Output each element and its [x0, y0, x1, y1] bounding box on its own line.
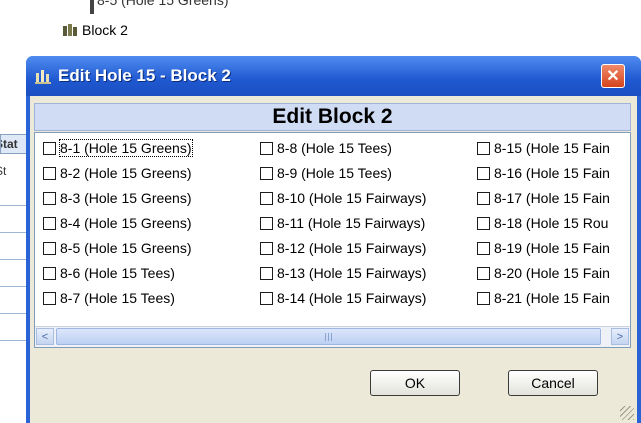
checkbox-label: 8-15 (Hole 15 Fain — [494, 140, 610, 156]
checkbox[interactable] — [43, 141, 56, 155]
checkbox-label: 8-18 (Hole 15 Rou — [494, 215, 609, 231]
checkbox[interactable] — [477, 166, 490, 180]
checkbox-item[interactable]: 8-7 (Hole 15 Tees) — [43, 288, 175, 308]
cancel-button[interactable]: Cancel — [508, 370, 598, 396]
checkbox[interactable] — [477, 191, 490, 205]
tree-item-partial[interactable]: 8-5 (Hole 15 Greens) — [97, 0, 229, 8]
checkbox-item[interactable]: 8-18 (Hole 15 Rou — [477, 213, 608, 233]
checkbox-item[interactable]: 8-5 (Hole 15 Greens) — [43, 238, 192, 258]
resize-grip-icon[interactable] — [620, 406, 634, 420]
checkbox-item[interactable]: 8-6 (Hole 15 Tees) — [43, 263, 175, 283]
checkbox-item[interactable]: 8-1 (Hole 15 Greens) — [43, 138, 193, 158]
checkbox-label: 8-3 (Hole 15 Greens) — [60, 190, 192, 206]
checkbox-label: 8-1 (Hole 15 Greens) — [59, 139, 193, 157]
checkbox[interactable] — [477, 216, 490, 230]
scroll-left-button[interactable]: < — [36, 328, 54, 345]
ok-button[interactable]: OK — [370, 370, 460, 396]
checkbox-item[interactable]: 8-8 (Hole 15 Tees) — [260, 138, 392, 158]
chevron-left-icon: < — [41, 330, 49, 343]
checkbox[interactable] — [43, 266, 56, 280]
checkbox-item[interactable]: 8-12 (Hole 15 Fairways) — [260, 238, 426, 258]
checkbox-label: 8-11 (Hole 15 Fairways) — [277, 215, 426, 231]
checkbox-label: 8-17 (Hole 15 Fain — [494, 190, 610, 206]
checkbox-item[interactable]: 8-16 (Hole 15 Fain — [477, 163, 610, 183]
checkbox-item[interactable]: 8-19 (Hole 15 Fain — [477, 238, 610, 258]
checkbox[interactable] — [43, 241, 56, 255]
checkbox-item[interactable]: 8-13 (Hole 15 Fairways) — [260, 263, 426, 283]
checkbox-label: 8-6 (Hole 15 Tees) — [60, 265, 175, 281]
checkbox-item[interactable]: 8-10 (Hole 15 Fairways) — [260, 188, 426, 208]
checkbox-label: 8-13 (Hole 15 Fairways) — [277, 265, 427, 281]
checkbox[interactable] — [43, 291, 56, 305]
tree-item-block-2[interactable]: Block 2 — [62, 22, 128, 38]
checkbox-item[interactable]: 8-21 (Hole 15 Fain — [477, 288, 610, 308]
checkbox-label: 8-21 (Hole 15 Fain — [494, 290, 610, 306]
checkbox-label: 8-10 (Hole 15 Fairways) — [277, 190, 427, 206]
horizontal-scrollbar[interactable]: < > — [35, 326, 630, 347]
checkbox[interactable] — [260, 216, 273, 230]
checkbox[interactable] — [260, 141, 273, 155]
dialog-titlebar[interactable]: Edit Hole 15 - Block 2 ✕ — [26, 56, 641, 96]
checkbox-item[interactable]: 8-4 (Hole 15 Greens) — [43, 213, 192, 233]
checkbox[interactable] — [260, 266, 273, 280]
checkbox[interactable] — [260, 291, 273, 305]
checkbox-item[interactable]: 8-20 (Hole 15 Fain — [477, 263, 610, 283]
checkbox-item[interactable]: 8-11 (Hole 15 Fairways) — [260, 213, 425, 233]
checkbox-label: 8-8 (Hole 15 Tees) — [277, 140, 392, 156]
scrollbar-thumb[interactable] — [56, 328, 601, 345]
checkbox[interactable] — [43, 216, 56, 230]
app-icon — [35, 70, 51, 84]
checkbox[interactable] — [260, 241, 273, 255]
close-button[interactable]: ✕ — [601, 64, 625, 88]
checkbox-label: 8-16 (Hole 15 Fain — [494, 165, 610, 181]
checkbox-item[interactable]: 8-17 (Hole 15 Fain — [477, 188, 610, 208]
checkbox[interactable] — [477, 291, 490, 305]
checkbox[interactable] — [477, 241, 490, 255]
chevron-right-icon: > — [616, 330, 624, 343]
dialog-title: Edit Hole 15 - Block 2 — [58, 66, 231, 85]
checkbox-item[interactable]: 8-14 (Hole 15 Fairways) — [260, 288, 426, 308]
checkbox-item[interactable]: 8-15 (Hole 15 Fain — [477, 138, 610, 158]
scroll-right-button[interactable]: > — [611, 328, 629, 345]
checkbox-label: 8-19 (Hole 15 Fain — [494, 240, 610, 256]
checkbox-label: 8-14 (Hole 15 Fairways) — [277, 290, 427, 306]
checkbox-label: 8-4 (Hole 15 Greens) — [60, 215, 192, 231]
checkbox[interactable] — [260, 166, 273, 180]
edit-hole-dialog: Edit Hole 15 - Block 2 ✕ Edit Block 2 8-… — [26, 56, 641, 423]
checkbox-label: 8-12 (Hole 15 Fairways) — [277, 240, 427, 256]
checkbox-label: 8-9 (Hole 15 Tees) — [277, 165, 392, 181]
checkbox-item[interactable]: 8-2 (Hole 15 Greens) — [43, 163, 192, 183]
checkbox-label: 8-20 (Hole 15 Fain — [494, 265, 610, 281]
checkbox[interactable] — [43, 191, 56, 205]
checkbox[interactable] — [260, 191, 273, 205]
checkbox-label: 8-5 (Hole 15 Greens) — [60, 240, 192, 256]
close-icon: ✕ — [606, 68, 620, 85]
checkbox-item[interactable]: 8-3 (Hole 15 Greens) — [43, 188, 192, 208]
checkbox[interactable] — [477, 141, 490, 155]
checkbox-label: 8-7 (Hole 15 Tees) — [60, 290, 175, 306]
block-title: Edit Block 2 — [34, 103, 631, 131]
dialog-client-area: Edit Block 2 8-1 (Hole 15 Greens) 8-2 (Ho… — [30, 96, 637, 423]
checkbox[interactable] — [477, 266, 490, 280]
checkbox-label: 8-2 (Hole 15 Greens) — [60, 165, 192, 181]
tree-item-label: Block 2 — [82, 22, 128, 38]
checkbox[interactable] — [43, 166, 56, 180]
checkbox-item[interactable]: 8-9 (Hole 15 Tees) — [260, 163, 392, 183]
checkbox-list-panel[interactable]: 8-1 (Hole 15 Greens) 8-2 (Hole 15 Greens)… — [34, 132, 631, 348]
scroll-grip-icon — [324, 333, 333, 341]
tree-connector-line — [90, 0, 94, 14]
folder-group-icon — [63, 24, 77, 36]
